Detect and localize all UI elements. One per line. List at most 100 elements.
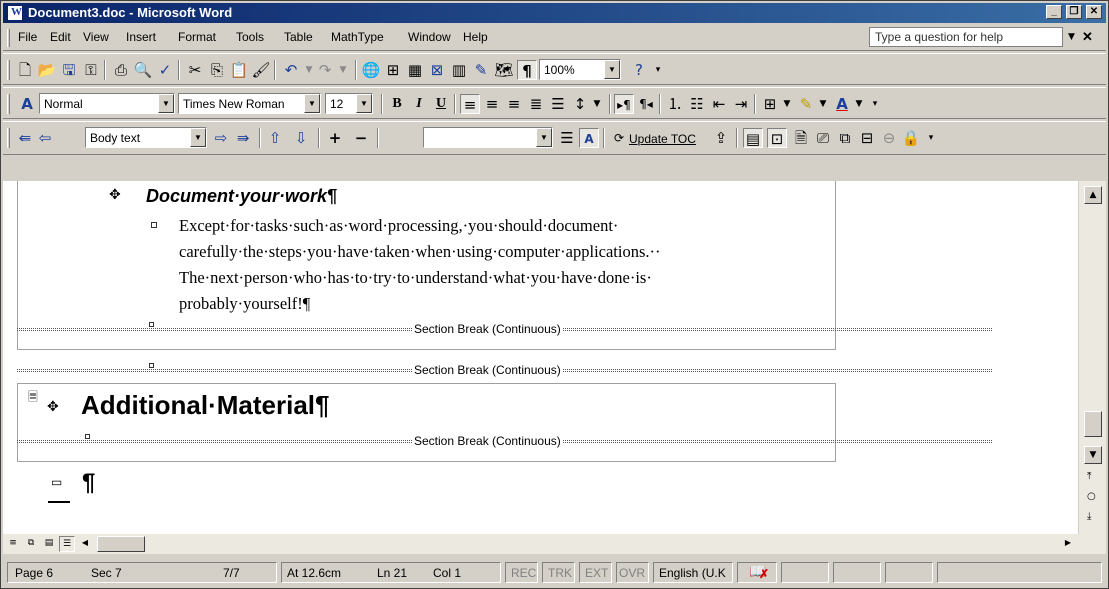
status-trk[interactable]: TRK <box>548 566 572 580</box>
decrease-indent-icon[interactable]: ⇤ <box>709 94 729 114</box>
bold-icon[interactable]: B <box>387 94 407 114</box>
create-subdocument-icon[interactable]: 🗎 <box>791 128 811 148</box>
styles-formatting-icon[interactable]: A <box>17 94 37 114</box>
heading-document-your-work[interactable]: Document·your·work¶ <box>146 186 337 207</box>
spelling-icon[interactable]: ✓ <box>155 60 175 80</box>
cut-icon[interactable]: ✂ <box>185 60 205 80</box>
scroll-thumb[interactable] <box>1084 411 1102 437</box>
menu-format[interactable]: Format <box>178 30 216 44</box>
expand-icon[interactable]: + <box>325 128 345 148</box>
help-icon[interactable]: ? <box>629 60 649 80</box>
menu-mathtype[interactable]: MathType <box>331 30 384 44</box>
merge-subdocument-icon[interactable]: ⊟ <box>857 128 877 148</box>
toolbar-options-icon[interactable]: ▾ <box>921 128 941 148</box>
chevron-down-icon[interactable]: ▼ <box>536 128 552 147</box>
format-painter-icon[interactable]: 🖌 <box>251 60 271 80</box>
line-spacing-dropdown-icon[interactable]: ▼ <box>587 94 607 114</box>
hyperlink-icon[interactable]: 🌐 <box>361 60 381 80</box>
menu-view[interactable]: View <box>83 30 109 44</box>
save-icon[interactable]: 🖫 <box>59 60 79 80</box>
insert-subdocument-icon[interactable]: ⧉ <box>835 128 855 148</box>
move-down-icon[interactable]: ⇩ <box>291 128 311 148</box>
rtl-icon[interactable]: ¶◂ <box>636 94 656 114</box>
web-layout-view-icon[interactable]: ⧉ <box>23 536 39 552</box>
undo-icon[interactable]: ↶ <box>281 60 301 80</box>
horizontal-scrollbar[interactable]: ≡ ⧉ ▤ ☰ ◀ ▶ <box>3 534 1106 554</box>
expand-heading-icon[interactable]: ✥ <box>109 187 121 203</box>
document-area[interactable]: ✥ Document·your·work¶ Except·for·tasks·s… <box>3 181 1078 534</box>
font-size-select[interactable]: 12 ▼ <box>325 93 373 114</box>
increase-indent-icon[interactable]: ⇥ <box>731 94 751 114</box>
redo-icon[interactable]: ↷ <box>315 60 335 80</box>
scroll-up-icon[interactable]: ▲ <box>1084 186 1102 204</box>
menu-insert[interactable]: Insert <box>126 30 156 44</box>
scroll-left-icon[interactable]: ◀ <box>77 536 93 552</box>
collapse-icon[interactable]: − <box>351 128 371 148</box>
show-hide-icon[interactable]: ¶ <box>517 60 537 80</box>
minimize-button[interactable]: _ <box>1046 5 1062 19</box>
subdocument-icon[interactable]: 🗏 <box>23 387 43 407</box>
justify-icon[interactable]: ≣ <box>526 94 546 114</box>
document-map-icon[interactable]: 🗺 <box>494 60 514 80</box>
underline-icon[interactable]: U <box>431 94 451 114</box>
status-rec[interactable]: REC <box>511 566 536 580</box>
menu-edit[interactable]: Edit <box>50 30 71 44</box>
ltr-icon[interactable]: ▸¶ <box>614 94 634 114</box>
print-icon[interactable]: ⎙ <box>111 60 131 80</box>
demote-icon[interactable]: ⇨ <box>211 128 231 148</box>
menu-window[interactable]: Window <box>408 30 451 44</box>
menu-table[interactable]: Table <box>284 30 313 44</box>
align-center-icon[interactable]: ≡ <box>482 94 502 114</box>
chevron-down-icon[interactable]: ▼ <box>356 94 372 113</box>
zoom-select[interactable]: 100% ▼ <box>539 59 621 80</box>
italic-icon[interactable]: I <box>409 94 429 114</box>
vertical-scrollbar[interactable]: ▲ ▼ ⤒ ○ ⤓ <box>1078 181 1106 534</box>
insert-table-icon[interactable]: ▦ <box>405 60 425 80</box>
lock-document-icon[interactable]: 🔒 <box>901 128 921 148</box>
toolbar-grip[interactable] <box>7 128 10 148</box>
expand-heading-icon[interactable]: ✥ <box>47 399 59 415</box>
go-to-toc-icon[interactable]: ⇪ <box>711 128 731 148</box>
doc-close-icon[interactable]: ✕ <box>1082 29 1093 45</box>
status-ext[interactable]: EXT <box>585 566 608 580</box>
status-ovr[interactable]: OVR <box>619 566 645 580</box>
chevron-down-icon[interactable]: ▼ <box>190 128 206 147</box>
distributed-icon[interactable]: ☰ <box>548 94 568 114</box>
border-dropdown-icon[interactable]: ▼ <box>777 94 797 114</box>
update-toc-icon[interactable]: ⟳ <box>609 128 629 148</box>
paste-icon[interactable]: 📋 <box>229 60 249 80</box>
copy-icon[interactable]: ⎘ <box>207 60 227 80</box>
chevron-down-icon[interactable]: ▼ <box>604 60 620 79</box>
update-toc-button[interactable]: Update TOC <box>629 132 696 146</box>
scroll-down-icon[interactable]: ▼ <box>1084 446 1102 464</box>
numbering-icon[interactable]: ⒈ <box>665 94 685 114</box>
bullets-icon[interactable]: ☷ <box>687 94 707 114</box>
promote-icon[interactable]: ⇦ <box>35 128 55 148</box>
select-browse-object-icon[interactable]: ○ <box>1087 491 1096 502</box>
previous-page-icon[interactable]: ⤒ <box>1087 471 1091 482</box>
insert-excel-icon[interactable]: ⊠ <box>427 60 447 80</box>
help-search-input[interactable]: Type a question for help <box>869 27 1063 47</box>
status-language[interactable]: English (U.K <box>659 566 731 580</box>
word-app-icon[interactable] <box>7 5 23 21</box>
columns-icon[interactable]: ▥ <box>449 60 469 80</box>
font-select[interactable]: Times New Roman ▼ <box>178 93 321 114</box>
scroll-right-icon[interactable]: ▶ <box>1060 536 1076 552</box>
split-subdocument-icon[interactable]: ⊖ <box>879 128 899 148</box>
master-document-view-icon[interactable]: ▤ <box>743 128 763 148</box>
menu-grip[interactable] <box>7 29 10 47</box>
toolbar-options-icon[interactable]: ▾ <box>648 60 668 80</box>
toolbar-options-icon[interactable]: ▾ <box>865 94 885 114</box>
print-layout-view-icon[interactable]: ▤ <box>41 536 57 552</box>
close-button[interactable]: ✕ <box>1086 5 1102 19</box>
new-document-icon[interactable]: 🗋 <box>15 60 35 80</box>
outline-level-select[interactable]: Body text ▼ <box>85 127 207 148</box>
maximize-button[interactable]: ❐ <box>1066 5 1082 19</box>
permission-icon[interactable]: ⚿ <box>81 60 101 80</box>
show-formatting-icon[interactable]: A <box>579 128 599 148</box>
body-paragraph[interactable]: Except·for·tasks·such·as·word·processing… <box>179 213 819 317</box>
show-first-line-icon[interactable]: ☰ <box>557 128 577 148</box>
menu-file[interactable]: File <box>18 30 37 44</box>
paragraph-mark[interactable]: ¶ <box>82 469 95 497</box>
print-preview-icon[interactable]: 🔍 <box>133 60 153 80</box>
